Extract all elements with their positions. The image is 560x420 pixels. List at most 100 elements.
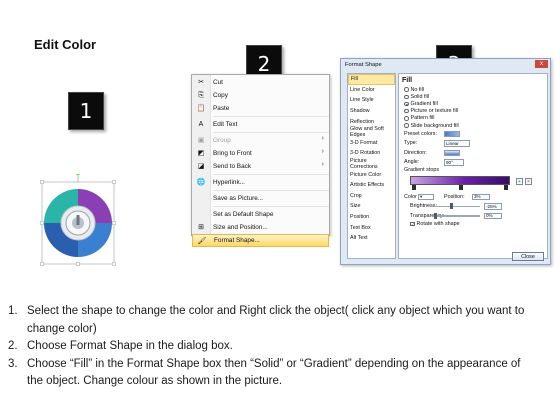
angle-row: Angle: 90° [402,158,544,168]
nav-item-3d-format[interactable]: 3-D Format [348,138,395,149]
nav-item-line-style[interactable]: Line Style [348,95,395,106]
paste-icon: 📋 [196,105,206,112]
menu-item-send-to-back[interactable]: ◪ Send to Back › [192,160,329,173]
preset-colors-dropdown[interactable] [444,130,460,138]
submenu-arrow-icon: › [321,161,324,168]
instruction-text: Choose “Fill” in the Format Shape box th… [27,357,521,388]
menu-item-label: Bring to Front [213,150,252,157]
type-row: Type: Linear [402,139,544,149]
close-icon[interactable]: x [535,60,548,68]
nav-item-glow[interactable]: Glow and Soft Edges [348,126,395,138]
menu-item-label: Save as Picture... [213,195,264,202]
menu-item-hyperlink[interactable]: 🌐 Hyperlink... [192,176,329,189]
checkbox-checked-icon: ✓ [410,221,415,227]
transparency-slider[interactable] [434,212,480,219]
menu-item-label: Edit Text [213,121,238,128]
instruction-item: 3. Choose “Fill” in the Format Shape box… [8,356,528,391]
menu-item-copy[interactable]: ⎘ Copy [192,89,329,102]
rotate-with-shape-checkbox[interactable]: ✓ Rotate with shape [402,221,544,228]
send-back-icon: ◪ [197,163,205,170]
nav-item-artistic-effects[interactable]: Artistic Effects [348,180,395,191]
brightness-input[interactable]: -25% [484,203,502,210]
instruction-text: Choose Format Shape in the dialog box. [27,340,233,353]
instruction-text: Select the shape to change the color and… [27,305,525,335]
context-menu: ✂ Cut ⎘ Copy 📋 Paste A Edit Text ▣ Group… [191,74,330,247]
angle-input[interactable]: 90° [444,159,464,166]
transparency-row: Transparency: 0% [402,211,544,221]
gradient-stop-handle[interactable] [459,185,463,191]
color-position-row: Color ▾ Position: 3% [402,192,544,202]
submenu-arrow-icon: › [321,135,324,142]
size-position-icon: ⊞ [198,224,204,231]
dialog-nav: Fill Line Color Line Style Shadow Reflec… [347,73,396,259]
radio-no-fill[interactable]: No fill [402,86,544,93]
step-badge-1: 1 [68,92,104,130]
menu-item-format-shape[interactable]: 🖌 Format Shape... [192,234,329,247]
menu-item-set-default-shape[interactable]: Set as Default Shape [192,208,329,221]
nav-item-picture-corrections[interactable]: Picture Corrections [348,158,395,170]
add-stop-icon[interactable]: + [516,178,523,186]
radio-slide-background-fill[interactable]: Slide background fill [402,122,544,129]
radio-gradient-fill[interactable]: Gradient fill [402,100,544,107]
radio-label: No fill [410,86,424,93]
nav-item-crop[interactable]: Crop [348,191,395,202]
nav-item-alt-text[interactable]: Alt Text [348,233,395,244]
menu-item-label: Send to Back [213,163,252,170]
transparency-input[interactable]: 0% [484,212,502,220]
menu-item-paste[interactable]: 📋 Paste [192,102,329,115]
color-label: Color [404,193,417,200]
menu-item-label: Size and Position... [213,224,268,231]
nav-item-size[interactable]: Size [348,201,395,212]
nav-item-picture-color[interactable]: Picture Color [348,169,395,180]
menu-item-cut[interactable]: ✂ Cut [192,76,329,89]
radio-label: Solid fill [410,93,430,100]
menu-item-group[interactable]: ▣ Group › [192,134,329,147]
close-button[interactable]: Close [512,252,544,261]
type-select[interactable]: Linear [444,140,470,147]
menu-item-label: Format Shape... [214,237,260,244]
radio-icon [404,108,409,114]
menu-item-edit-text[interactable]: A Edit Text [192,118,329,131]
nav-item-text-box[interactable]: Text Box [348,222,395,233]
submenu-arrow-icon: › [321,148,324,155]
radio-solid-fill[interactable]: Solid fill [402,93,544,100]
radio-label: Pattern fill [410,115,435,122]
hyperlink-icon: 🌐 [196,179,206,186]
nav-item-fill[interactable]: Fill [348,74,395,85]
gradient-stop-handle[interactable] [412,185,416,191]
radio-label: Slide background fill [410,122,459,129]
menu-item-label: Cut [213,79,223,86]
instruction-number: 2. [8,340,18,353]
radio-icon [404,116,409,121]
menu-item-label: Paste [213,105,230,112]
nav-item-line-color[interactable]: Line Color [348,85,395,96]
menu-item-bring-to-front[interactable]: ◩ Bring to Front › [192,147,329,160]
nav-item-position[interactable]: Position [348,212,395,223]
menu-item-save-as-picture[interactable]: Save as Picture... [192,192,329,205]
instruction-item: 1. Select the shape to change the color … [8,303,528,338]
menu-item-label: Copy [213,92,228,99]
copy-icon: ⎘ [198,92,204,99]
direction-label: Direction: [404,149,427,156]
radio-icon [404,87,409,92]
menu-item-size-position[interactable]: ⊞ Size and Position... [192,221,329,234]
gradient-stop-handle[interactable] [504,185,508,191]
preset-colors-row: Preset colors: [402,129,544,139]
selected-shape[interactable] [39,170,117,267]
menu-item-label: Group [213,137,231,144]
type-label: Type: [404,140,418,147]
transparency-label: Transparency: [410,212,445,219]
radio-picture-fill[interactable]: Picture or texture fill [402,108,544,115]
instruction-number: 1. [8,305,18,317]
instruction-item: 2. Choose Format Shape in the dialog box… [8,338,528,356]
remove-stop-icon[interactable]: × [525,178,532,186]
radio-pattern-fill[interactable]: Pattern fill [402,115,544,122]
gradient-stops-bar[interactable] [410,176,510,191]
direction-dropdown[interactable] [444,149,460,157]
brightness-slider[interactable] [434,203,480,210]
preset-colors-label: Preset colors: [404,130,437,137]
dialog-title: Format Shape [345,61,382,68]
position-input[interactable]: 3% [472,193,490,201]
color-picker[interactable]: ▾ [418,193,434,201]
nav-item-shadow[interactable]: Shadow [348,106,395,117]
